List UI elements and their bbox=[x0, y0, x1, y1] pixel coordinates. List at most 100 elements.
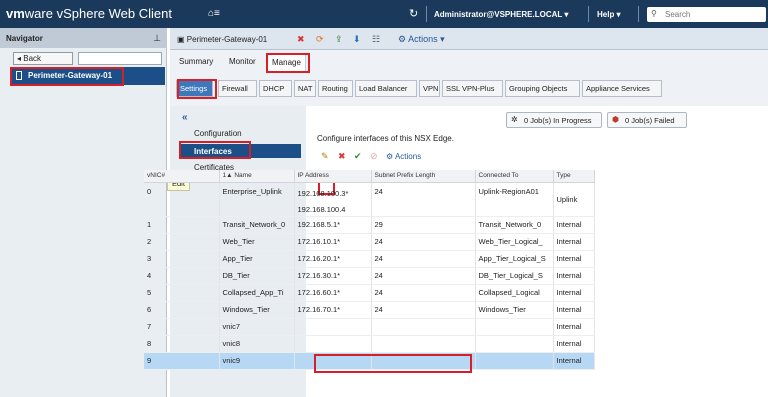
interfaces-table: vNIC# 1▲ Name IP Address Subnet Prefix L… bbox=[144, 170, 595, 370]
connected-cell: Transit_Network_0 bbox=[475, 216, 554, 234]
search-input[interactable] bbox=[663, 8, 763, 20]
connected-cell bbox=[475, 352, 554, 370]
tab-monitor[interactable]: Monitor bbox=[229, 57, 256, 66]
connected-cell: DB_Tier_Logical_S bbox=[475, 267, 554, 285]
ip-cell bbox=[294, 318, 372, 336]
column-header-vnic[interactable]: vNIC# bbox=[144, 170, 220, 183]
name-cell: Collapsed_App_Ti bbox=[219, 284, 295, 302]
highlight-box bbox=[177, 79, 217, 99]
delete-icon[interactable]: ✖ bbox=[297, 34, 305, 45]
subtab-firewall[interactable]: Firewall bbox=[218, 80, 257, 97]
table-header-row: vNIC# 1▲ Name IP Address Subnet Prefix L… bbox=[144, 170, 595, 183]
table-row[interactable]: 7 vnic7 Internal bbox=[144, 318, 595, 336]
table-body: 0 Enterprise_Uplink 192.168.100.3* 192.168.… bbox=[144, 182, 595, 370]
spinner-icon: ✲ bbox=[511, 115, 518, 124]
home-icon[interactable]: ⌂≡ bbox=[208, 8, 220, 19]
subtab-grouping-objects[interactable]: Grouping Objects bbox=[505, 80, 580, 97]
section-description: Configure interfaces of this NSX Edge. bbox=[317, 134, 454, 143]
collapse-icon[interactable]: « bbox=[182, 112, 188, 123]
prefix-cell: 29 bbox=[371, 216, 476, 234]
divider bbox=[426, 6, 427, 22]
download-icon[interactable]: ⬇ bbox=[353, 34, 361, 45]
redeploy-icon[interactable]: ⟳ bbox=[316, 34, 324, 45]
jobs-in-progress-button[interactable]: ✲ 0 Job(s) In Progress bbox=[506, 112, 602, 128]
search-box[interactable]: ⚲ bbox=[647, 7, 766, 22]
table-row[interactable]: 2 Web_Tier 172.16.10.1* 24 Web_Tier_Logical_… bbox=[144, 233, 595, 251]
jobs-failed-button[interactable]: ⬢ 0 Job(s) Failed bbox=[607, 112, 687, 128]
navigator-panel: Navigator ⊥ ◂ Back Perimeter-Gateway-01 bbox=[0, 28, 167, 397]
search-icon: ⚲ bbox=[651, 9, 657, 18]
subtab-nat[interactable]: NAT bbox=[294, 80, 316, 97]
error-icon: ⬢ bbox=[612, 115, 619, 124]
connected-cell bbox=[475, 318, 554, 336]
connected-cell bbox=[475, 335, 554, 353]
disable-icon[interactable]: ⊘ bbox=[370, 151, 378, 162]
navigator-history-field[interactable] bbox=[78, 52, 162, 65]
ip-cell: 192.168.100.3* 192.168.100.4 bbox=[294, 182, 372, 217]
refresh-icon[interactable]: ↻ bbox=[409, 7, 418, 20]
object-title: ▣ Perimeter-Gateway-01 bbox=[177, 35, 268, 44]
name-cell: Enterprise_Uplink bbox=[219, 182, 295, 217]
table-row[interactable]: 6 Windows_Tier 172.16.70.1* 24 Windows_Tier I… bbox=[144, 301, 595, 319]
connected-cell: Collapsed_Logical bbox=[475, 284, 554, 302]
subtab-routing[interactable]: Routing bbox=[318, 80, 353, 97]
view-tabs: Summary Monitor Manage bbox=[170, 50, 768, 73]
vnic-cell: 8 bbox=[144, 335, 220, 353]
prefix-cell bbox=[371, 318, 476, 336]
object-toolbar: ▣ Perimeter-Gateway-01 ✖ ⟳ ⇪ ⬇ ☷ ⚙ Actio… bbox=[170, 28, 768, 50]
subtab-load-balancer[interactable]: Load Balancer bbox=[355, 80, 417, 97]
delete-icon[interactable]: ✖ bbox=[338, 151, 346, 162]
back-button[interactable]: ◂ Back bbox=[13, 52, 73, 65]
table-row[interactable]: 5 Collapsed_App_Ti 172.16.60.1* 24 Collapsed… bbox=[144, 284, 595, 302]
column-header-type[interactable]: Type bbox=[553, 170, 595, 183]
column-header-prefix[interactable]: Subnet Prefix Length bbox=[371, 170, 476, 183]
tab-summary[interactable]: Summary bbox=[179, 57, 213, 66]
type-cell: Uplink bbox=[553, 182, 595, 217]
vnic-cell: 4 bbox=[144, 267, 220, 285]
table-row[interactable]: 1 Transit_Network_0 192.168.5.1* 29 Transit_… bbox=[144, 216, 595, 234]
type-cell: Internal bbox=[553, 284, 595, 302]
grid-actions-menu[interactable]: ⚙ Actions bbox=[386, 152, 421, 161]
table-row[interactable]: 3 App_Tier 172.16.20.1* 24 App_Tier_Logical_… bbox=[144, 250, 595, 268]
name-cell: vnic7 bbox=[219, 318, 295, 336]
divider bbox=[638, 6, 639, 22]
ip-value-secondary: 192.168.100.4 bbox=[297, 204, 346, 214]
highlight-box bbox=[266, 53, 310, 73]
enable-icon[interactable]: ✔ bbox=[354, 151, 362, 162]
table-row[interactable]: 8 vnic8 Internal bbox=[144, 335, 595, 353]
divider bbox=[588, 6, 589, 22]
actions-menu[interactable]: ⚙ Actions ▾ bbox=[398, 34, 445, 45]
column-header-connected[interactable]: Connected To bbox=[475, 170, 554, 183]
subtab-dhcp[interactable]: DHCP bbox=[259, 80, 292, 97]
type-cell: Internal bbox=[553, 335, 595, 353]
name-cell: Transit_Network_0 bbox=[219, 216, 295, 234]
type-cell: Internal bbox=[553, 267, 595, 285]
name-cell: Windows_Tier bbox=[219, 301, 295, 319]
column-header-ip[interactable]: IP Address bbox=[294, 170, 372, 183]
vnic-cell: 9 bbox=[144, 352, 220, 370]
pin-icon[interactable]: ⊥ bbox=[153, 33, 161, 44]
ip-cell: 172.16.30.1* bbox=[294, 267, 372, 285]
ip-cell: 172.16.60.1* bbox=[294, 284, 372, 302]
upgrade-icon[interactable]: ⇪ bbox=[335, 34, 343, 45]
subtab-appliance-services[interactable]: Appliance Services bbox=[582, 80, 662, 97]
table-row[interactable]: 4 DB_Tier 172.16.30.1* 24 DB_Tier_Logical_S I… bbox=[144, 267, 595, 285]
user-menu[interactable]: Administrator@VSPHERE.LOCAL ▾ bbox=[434, 10, 568, 19]
name-cell: App_Tier bbox=[219, 250, 295, 268]
prefix-cell: 24 bbox=[371, 267, 476, 285]
log-icon[interactable]: ☷ bbox=[372, 34, 380, 45]
vnic-cell: 0 bbox=[144, 182, 220, 217]
type-cell: Internal bbox=[553, 250, 595, 268]
column-header-name[interactable]: 1▲ Name bbox=[219, 170, 295, 183]
edit-icon[interactable]: ✎ bbox=[321, 151, 329, 162]
prefix-cell: 24 bbox=[371, 233, 476, 251]
ip-value: 192.168.100.3* bbox=[297, 188, 349, 198]
nav-configuration[interactable]: Configuration bbox=[194, 129, 242, 138]
subtab-vpn[interactable]: VPN bbox=[419, 80, 440, 97]
subtab-ssl-vpn-plus[interactable]: SSL VPN-Plus bbox=[442, 80, 503, 97]
prefix-cell: 24 bbox=[371, 182, 476, 217]
table-row[interactable]: 0 Enterprise_Uplink 192.168.100.3* 192.168.… bbox=[144, 182, 595, 217]
help-menu[interactable]: Help ▾ bbox=[597, 10, 621, 19]
type-cell: Internal bbox=[553, 233, 595, 251]
prefix-cell: 24 bbox=[371, 250, 476, 268]
